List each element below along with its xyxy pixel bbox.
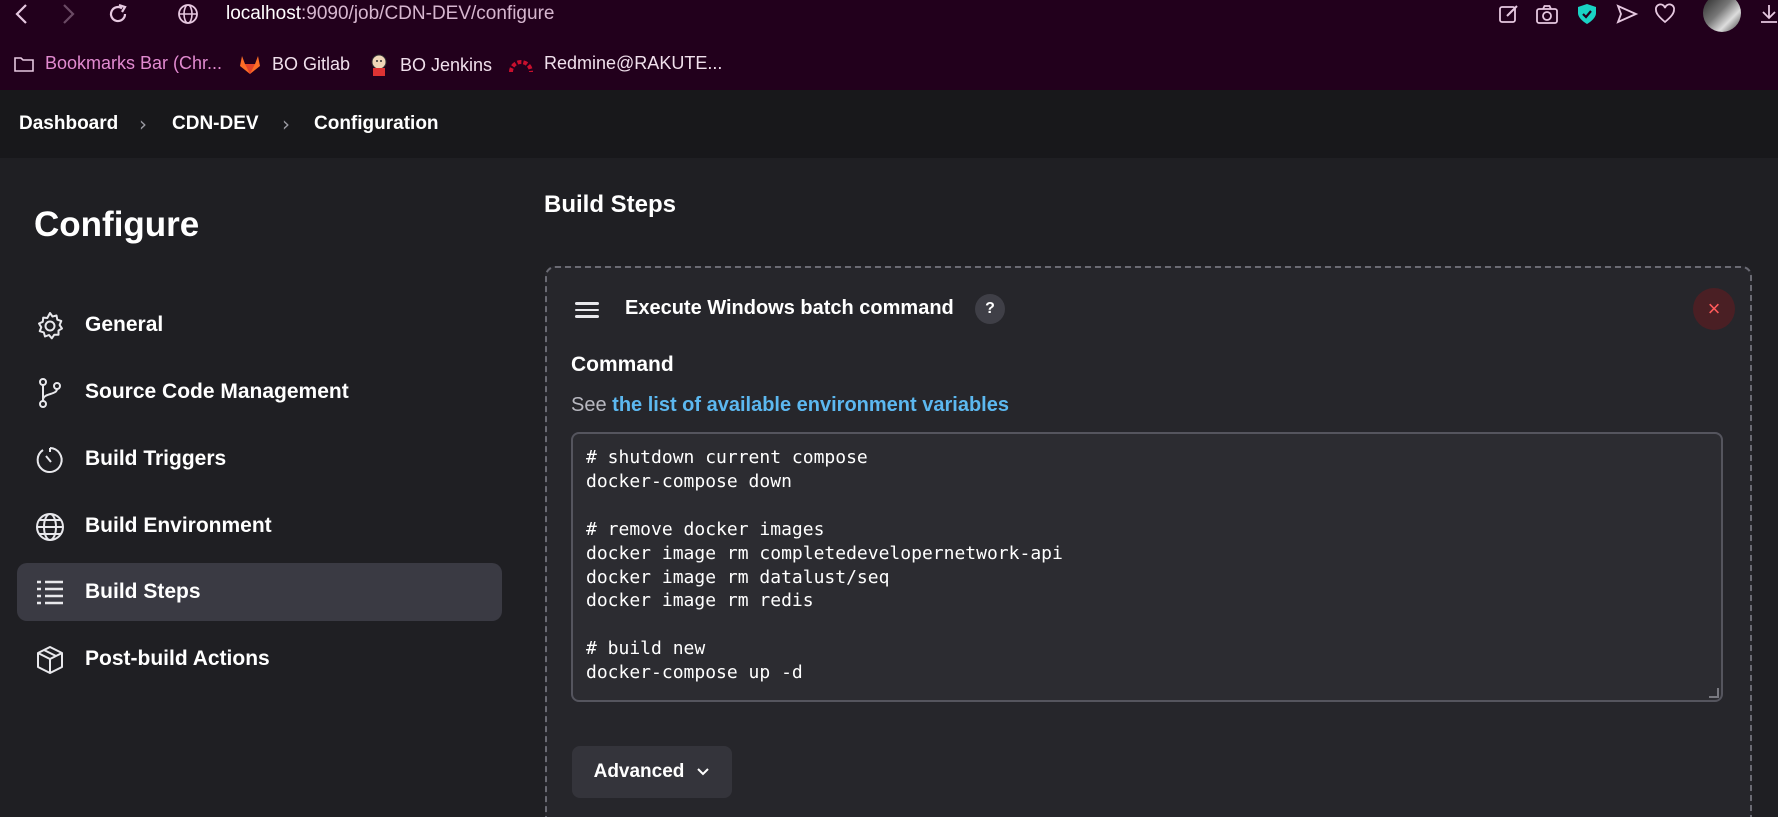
bookmark-folder[interactable]: Bookmarks Bar (Chr... [13, 53, 222, 74]
hint-prefix: See [571, 394, 607, 416]
sidebar-item-label: Post-build Actions [85, 647, 270, 670]
command-textarea[interactable]: # shutdown current compose docker-compos… [571, 432, 1723, 702]
chevron-down-icon [697, 768, 710, 776]
folder-icon [14, 56, 34, 72]
gitlab-icon [240, 56, 260, 74]
sidebar-item-label: Source Code Management [85, 380, 349, 403]
send-icon[interactable] [1615, 2, 1639, 26]
back-button[interactable] [12, 2, 32, 30]
sidebar-item-build-triggers[interactable]: Build Triggers [17, 430, 502, 488]
breadcrumb-job[interactable]: CDN-DEV [172, 113, 259, 135]
sidebar-item-label: Build Steps [85, 580, 201, 603]
build-step-card: Execute Windows batch command ? × Comman… [545, 266, 1752, 817]
sidebar-item-label: Build Triggers [85, 447, 227, 470]
redmine-icon [509, 59, 533, 72]
resize-handle-icon[interactable] [1709, 688, 1719, 698]
jenkins-icon [371, 54, 387, 76]
edit-page-icon[interactable] [1497, 2, 1521, 26]
build-step-title: Execute Windows batch command [625, 297, 954, 319]
drag-handle-icon[interactable] [575, 302, 599, 318]
breadcrumb-configuration[interactable]: Configuration [314, 113, 439, 135]
chevron-right-icon: › [282, 112, 290, 136]
sidebar-item-source-code-management[interactable]: Source Code Management [17, 363, 502, 421]
section-title: Build Steps [544, 191, 677, 218]
sidebar-item-build-steps[interactable]: Build Steps [17, 563, 502, 621]
env-vars-hint: See the list of available environment va… [571, 394, 1009, 417]
url-path: :9090/job/CDN-DEV/configure [301, 3, 555, 24]
chevron-right-icon: › [139, 112, 147, 136]
list-icon [34, 577, 66, 609]
package-icon [34, 644, 66, 676]
bookmark-label: BO Jenkins [400, 54, 493, 75]
sidebar-item-general[interactable]: General [17, 296, 502, 354]
download-icon[interactable] [1757, 2, 1778, 26]
command-label: Command [571, 353, 674, 376]
bookmarks-bar: Bookmarks Bar (Chr... BO Gitlab BO Jenki… [0, 45, 1778, 81]
url-host: localhost [226, 3, 301, 24]
sidebar-item-build-environment[interactable]: Build Environment [17, 497, 502, 555]
forward-button[interactable] [58, 2, 78, 30]
breadcrumb: Dashboard › CDN-DEV › Configuration [0, 90, 1778, 158]
help-button[interactable]: ? [975, 294, 1005, 324]
reload-button[interactable] [106, 2, 130, 30]
bookmark-label: BO Gitlab [272, 53, 351, 74]
sidebar-title: Configure [34, 205, 200, 244]
advanced-button[interactable]: Advanced [572, 746, 732, 798]
sidebar-item-post-build-actions[interactable]: Post-build Actions [17, 630, 502, 688]
git-branch-icon [34, 377, 66, 409]
globe-icon [34, 511, 66, 543]
gear-icon [34, 310, 66, 342]
heart-icon[interactable] [1653, 2, 1677, 26]
bookmark-gitlab[interactable]: BO Gitlab [238, 53, 350, 75]
sidebar-item-label: General [85, 313, 164, 336]
bookmark-jenkins[interactable]: BO Jenkins [368, 53, 492, 77]
bookmark-label: Bookmarks Bar (Chr... [45, 53, 223, 73]
bookmark-redmine[interactable]: Redmine@RAKUTE... [508, 53, 722, 74]
delete-step-button[interactable]: × [1693, 288, 1735, 330]
browser-toolbar: localhost:9090/job/CDN-DEV/configure Boo… [0, 0, 1778, 90]
profile-avatar[interactable] [1703, 0, 1741, 32]
sidebar-item-label: Build Environment [85, 514, 272, 537]
camera-icon[interactable] [1535, 2, 1559, 26]
clock-icon [34, 444, 66, 476]
env-vars-link[interactable]: the list of available environment variab… [612, 394, 1009, 416]
address-bar[interactable]: localhost:9090/job/CDN-DEV/configure [226, 3, 554, 25]
site-info-icon[interactable] [176, 2, 200, 30]
breadcrumb-dashboard[interactable]: Dashboard [19, 113, 118, 135]
advanced-label: Advanced [593, 761, 685, 782]
bookmark-label: Redmine@RAKUTE... [544, 53, 723, 73]
shield-extension-icon[interactable] [1575, 2, 1599, 26]
